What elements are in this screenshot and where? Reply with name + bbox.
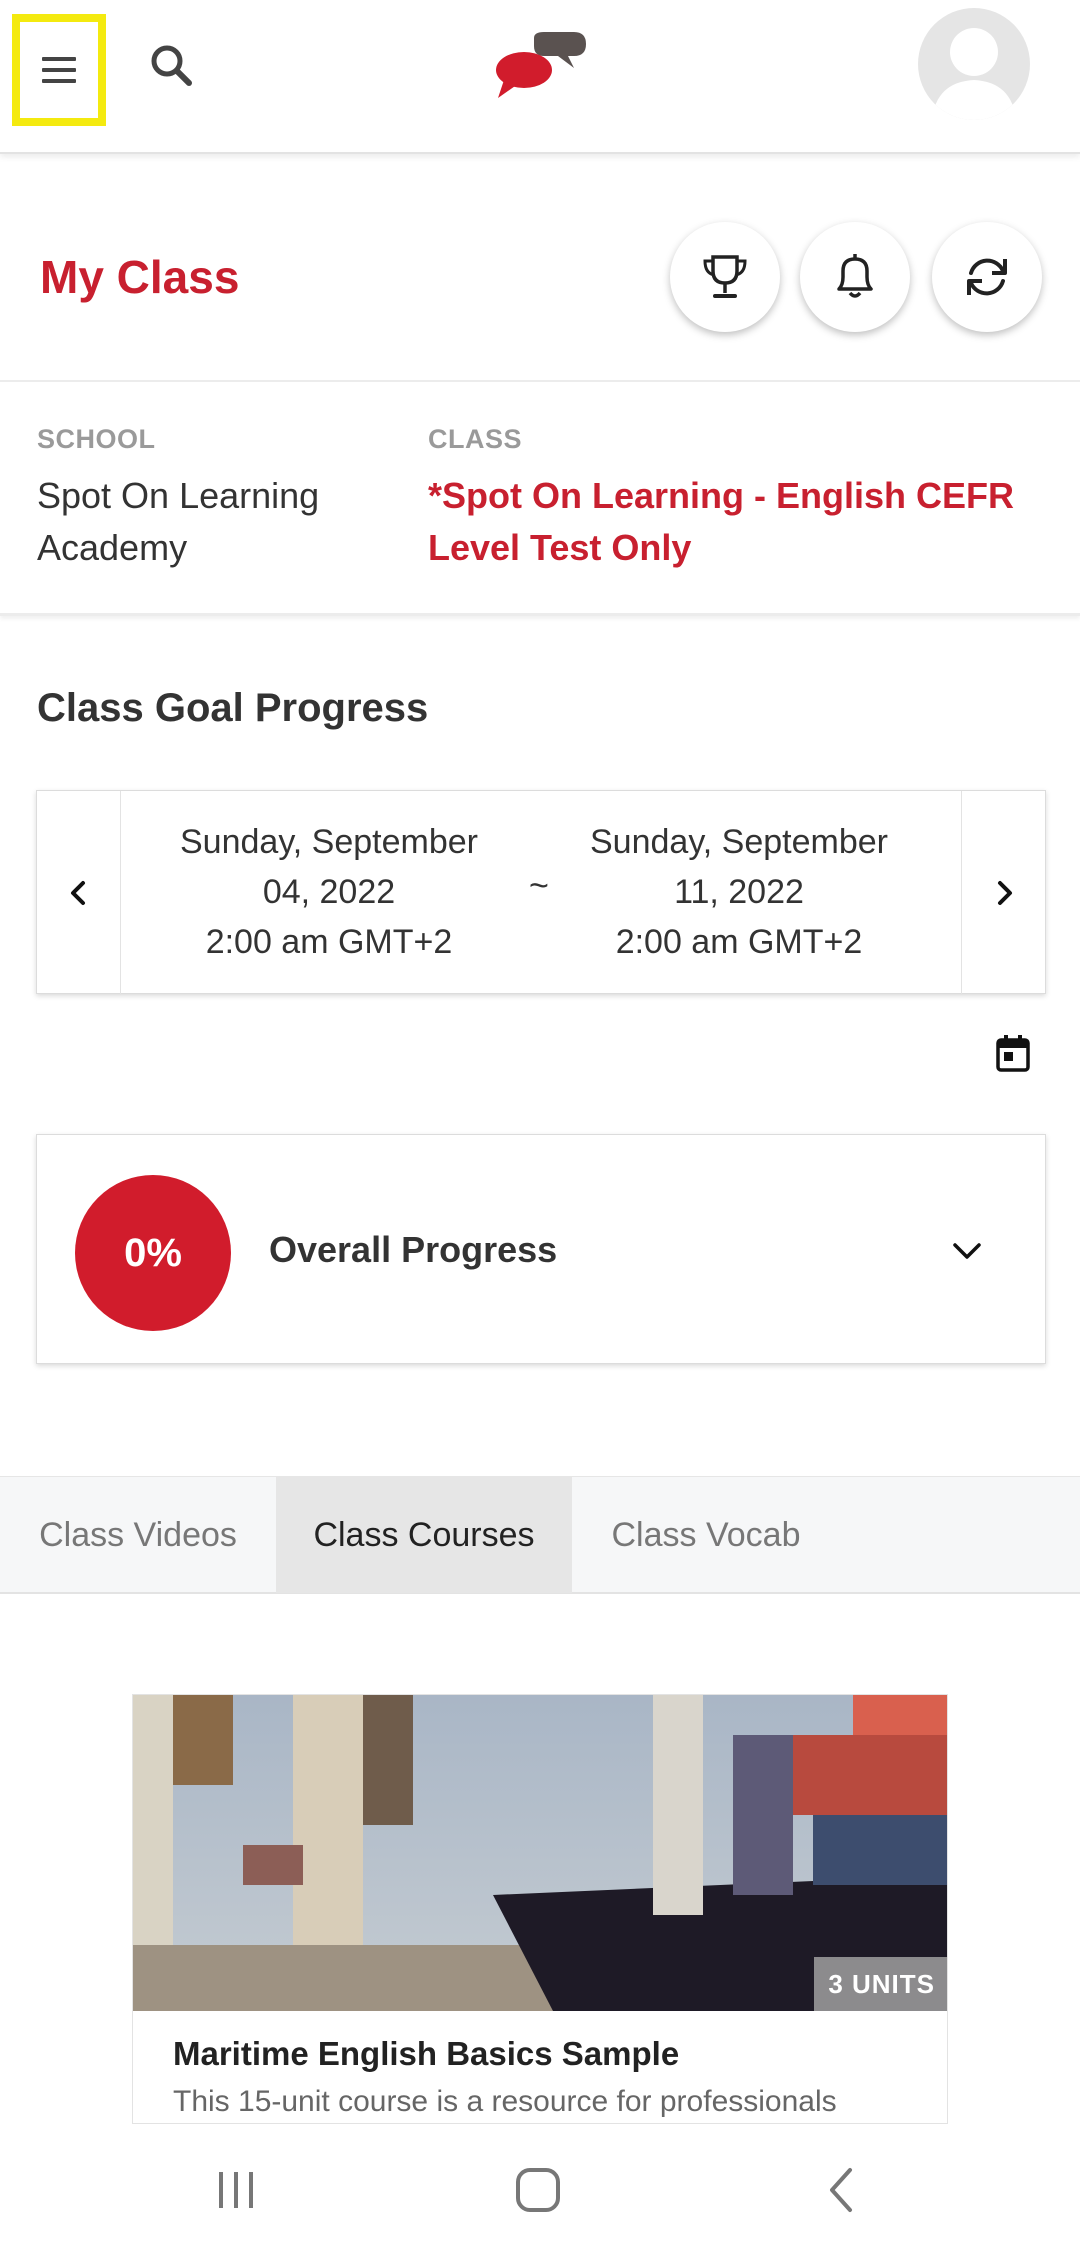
range-start-line3: 2:00 am GMT+2 bbox=[205, 923, 453, 961]
range-end-line2: 11, 2022 bbox=[674, 873, 804, 911]
course-card[interactable]: 3 UNITS Maritime English Basics Sample T… bbox=[132, 1694, 948, 2124]
calendar-icon[interactable] bbox=[996, 1034, 1030, 1072]
school-name: Spot On Learning Academy bbox=[37, 475, 320, 568]
tab-class-courses[interactable]: Class Courses bbox=[276, 1477, 572, 1593]
bell-icon bbox=[837, 254, 873, 298]
back-icon bbox=[830, 2168, 852, 2212]
content-tabs: Class Videos Class Courses Class Vocab bbox=[0, 1476, 1080, 1594]
overall-progress-card[interactable]: 0% Overall Progress bbox=[36, 1134, 1046, 1364]
hamburger-menu-icon bbox=[42, 57, 76, 83]
range-end-line1: Sunday, September bbox=[590, 823, 888, 861]
class-label: CLASS bbox=[428, 424, 523, 454]
recent-apps-icon bbox=[219, 2172, 253, 2208]
next-week-button[interactable] bbox=[961, 791, 1045, 995]
home-button[interactable] bbox=[508, 2160, 568, 2220]
goal-section-title: Class Goal Progress bbox=[37, 686, 429, 730]
tab-class-videos[interactable]: Class Videos bbox=[0, 1477, 276, 1593]
system-navigation-bar bbox=[0, 2124, 1080, 2249]
date-range-selector: Sunday, September 04, 2022 2:00 am GMT+2… bbox=[36, 790, 1046, 995]
leaderboard-button[interactable] bbox=[670, 222, 780, 332]
chevron-left-icon bbox=[70, 881, 85, 905]
class-name[interactable]: *Spot On Learning - English CEFR Level T… bbox=[428, 470, 1028, 574]
course-description: This 15-unit course is a resource for pr… bbox=[173, 2085, 837, 2118]
search-icon[interactable] bbox=[148, 42, 194, 88]
menu-button[interactable] bbox=[12, 14, 106, 126]
range-end-date: Sunday, September 11, 2022 2:00 am GMT+2 bbox=[569, 817, 909, 967]
course-thumbnail: 3 UNITS bbox=[133, 1695, 947, 2011]
class-header: My Class bbox=[0, 158, 1080, 382]
tab-class-vocab[interactable]: Class Vocab bbox=[572, 1477, 840, 1593]
class-info: SCHOOL Spot On Learning Academy CLASS *S… bbox=[0, 384, 1080, 616]
range-end-line3: 2:00 am GMT+2 bbox=[615, 923, 863, 961]
page-title: My Class bbox=[40, 251, 240, 303]
trophy-icon bbox=[703, 255, 747, 298]
course-title: Maritime English Basics Sample bbox=[173, 2035, 680, 2072]
range-start-line1: Sunday, September bbox=[180, 823, 478, 861]
recent-apps-button[interactable] bbox=[206, 2160, 266, 2220]
units-badge: 3 UNITS bbox=[814, 1957, 947, 2011]
chevron-right-icon bbox=[997, 881, 1012, 905]
back-button[interactable] bbox=[812, 2160, 872, 2220]
user-avatar-icon[interactable] bbox=[918, 8, 1030, 120]
progress-label: Overall Progress bbox=[269, 1229, 558, 1270]
school-label: SCHOOL bbox=[37, 424, 156, 454]
range-start-line2: 04, 2022 bbox=[262, 873, 396, 911]
chat-bubbles-logo[interactable] bbox=[494, 30, 588, 104]
previous-week-button[interactable] bbox=[37, 791, 121, 995]
refresh-icon bbox=[967, 258, 1007, 296]
home-icon bbox=[516, 2168, 560, 2212]
chevron-down-icon[interactable] bbox=[947, 1231, 987, 1271]
progress-percentage: 0% bbox=[75, 1175, 231, 1331]
range-start-date: Sunday, September 04, 2022 2:00 am GMT+2 bbox=[159, 817, 499, 967]
notifications-button[interactable] bbox=[800, 222, 910, 332]
range-separator: ~ bbox=[529, 867, 549, 905]
top-app-bar bbox=[0, 0, 1080, 154]
refresh-button[interactable] bbox=[932, 222, 1042, 332]
